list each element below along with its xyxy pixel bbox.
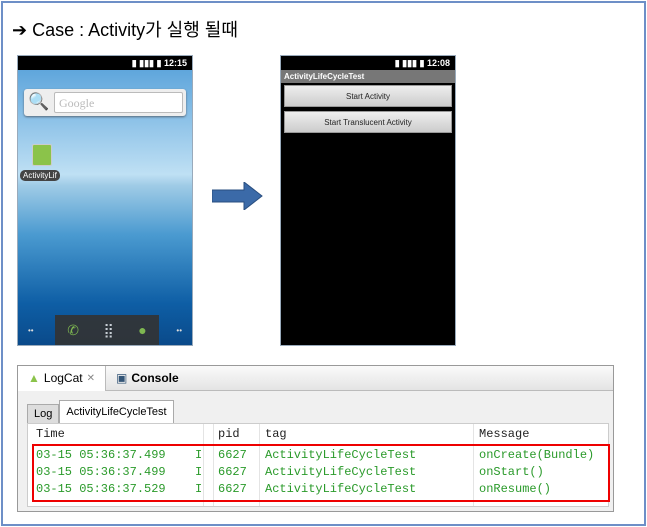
highlight-box [32,444,610,502]
tab-console[interactable]: ▣ Console [106,366,189,391]
tab-label: Console [131,371,179,385]
browser-globe-icon[interactable]: ● [138,322,146,338]
table-header: Time pid tag Message [28,426,608,443]
dock: ✆ ⣿ ● [55,315,159,345]
android-app-icon[interactable] [32,144,52,166]
app-label[interactable]: ActivityLif [20,170,60,181]
start-activity-button[interactable]: Start Activity [284,85,452,107]
right-arrow-icon [212,182,263,210]
clock: 12:08 [426,58,450,68]
col-time[interactable]: Time [36,426,65,443]
subtab-activitylifecycletest[interactable]: ActivityLifeCycleTest [59,400,174,423]
logcat-panel: ▲ LogCat ✕ ▣ Console Log ActivityLifeCycleT… [17,365,614,512]
google-search-widget[interactable]: 🔍 Google [24,89,186,116]
status-bar: ▮ ▮▮▮ ▮ 12:15 [18,56,192,70]
app-drawer-icon[interactable]: ⣿ [103,322,113,339]
google-search-input[interactable]: Google [54,92,183,113]
clock: 12:15 [163,58,187,68]
col-message[interactable]: Message [479,426,529,443]
start-translucent-activity-button[interactable]: Start Translucent Activity [284,111,452,133]
tab-label: LogCat [43,371,83,385]
phone-home-screen: ▮ ▮▮▮ ▮ 12:15 🔍 Google ActivityLif •• ✆ … [17,55,193,346]
app-title-bar: ActivityLifeCycleTest [281,70,455,83]
page-indicator-left: •• [28,326,34,335]
search-icon: 🔍 [28,92,50,111]
android-icon: ▲ [28,371,40,385]
console-icon: ▣ [115,371,128,385]
log-table: Time pid tag Message 03-15 05:36:37.499 I… [27,423,610,507]
phone-app-screen: ▮ ▮▮▮ ▮ 12:08 ActivityLifeCycleTest Star… [280,55,456,346]
slide-title: ➔ Case : Activity가 실행 될때 [12,20,238,40]
col-tag[interactable]: tag [265,426,287,443]
page-indicator-right: •• [176,326,182,335]
close-icon[interactable]: ✕ [87,373,95,384]
tab-logcat[interactable]: ▲ LogCat ✕ [18,365,106,391]
subtab-log[interactable]: Log [27,404,60,423]
col-pid[interactable]: pid [218,426,240,443]
status-bar: ▮ ▮▮▮ ▮ 12:08 [281,56,455,70]
phone-icon[interactable]: ✆ [67,322,79,339]
